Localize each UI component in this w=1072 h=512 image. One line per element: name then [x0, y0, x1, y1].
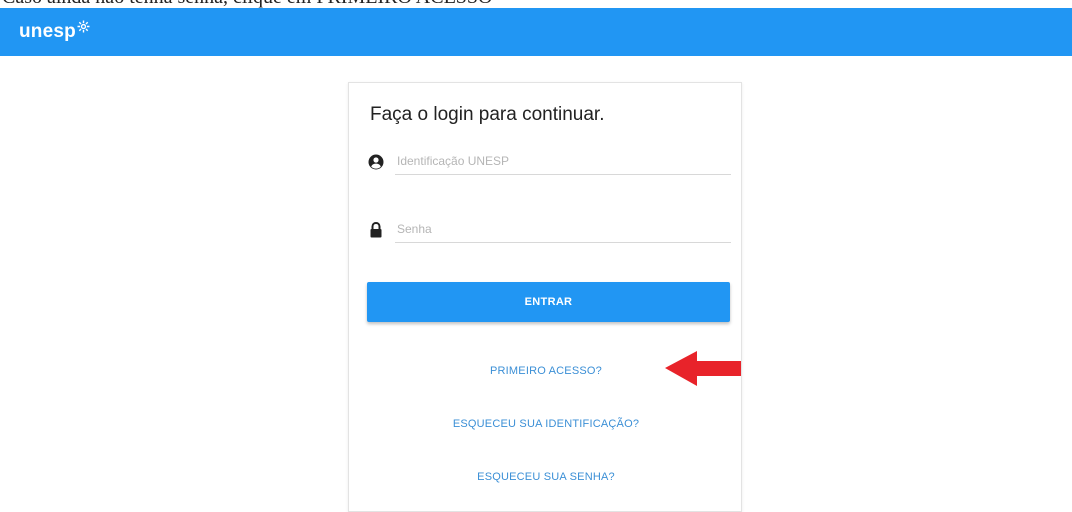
login-button[interactable]: ENTRAR — [367, 282, 730, 322]
unesp-logo[interactable]: unesp — [19, 18, 90, 46]
user-circle-icon — [368, 154, 384, 170]
password-input[interactable] — [395, 215, 731, 243]
username-field — [367, 147, 733, 177]
logo-text: unesp — [19, 21, 76, 42]
logo-mark-icon — [77, 20, 90, 33]
login-title: Faça o login para continuar. — [370, 104, 605, 125]
forgot-id-link[interactable]: ESQUECEU SUA IDENTIFICAÇÃO? — [349, 418, 743, 430]
red-arrow-icon — [665, 351, 741, 386]
top-app-bar: unesp — [0, 8, 1072, 56]
login-card: Faça o login para continuar. ENTRAR PRIM… — [348, 82, 742, 512]
password-field — [367, 215, 733, 245]
lock-icon — [370, 221, 382, 238]
username-input[interactable] — [395, 147, 731, 175]
document-text: Caso ainda não tenha senha, clique em PR… — [2, 0, 493, 8]
document-text-fragment: Caso ainda não tenha senha, clique em PR… — [0, 0, 1072, 8]
forgot-password-link[interactable]: ESQUECEU SUA SENHA? — [349, 471, 743, 483]
